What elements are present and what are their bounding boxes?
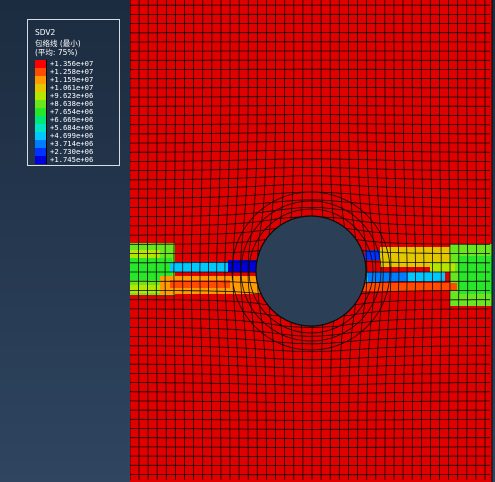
- legend-swatch: [35, 68, 47, 76]
- mesh-line: [494, 0, 495, 480]
- legend-swatch: [35, 140, 47, 148]
- legend: SDV2 包络线 (最小) (平均: 75%) +1.356e+07 +1.258…: [27, 19, 120, 166]
- legend-swatch: [35, 76, 47, 84]
- contour-band: [430, 262, 455, 272]
- legend-swatch: [35, 60, 47, 68]
- legend-swatch: [35, 116, 47, 124]
- legend-section: 包络线 (最小): [35, 39, 81, 48]
- contour-band: [130, 250, 160, 258]
- contour-band: [368, 272, 408, 282]
- legend-variable: SDV2: [35, 28, 56, 37]
- contour-band: [458, 256, 492, 294]
- legend-entry: +1.745e+06: [35, 156, 119, 164]
- legend-swatch: [35, 124, 47, 132]
- legend-swatch: [35, 100, 47, 108]
- legend-average: (平均: 75%): [35, 48, 78, 57]
- legend-swatch: [35, 148, 47, 156]
- mesh-line: [130, 0, 131, 480]
- legend-value: +1.745e+06: [50, 155, 94, 164]
- legend-swatch: [35, 108, 47, 116]
- contour-band: [362, 283, 457, 291]
- hole: [255, 215, 367, 327]
- legend-swatch: [35, 132, 47, 140]
- legend-swatch: [35, 156, 47, 164]
- legend-swatch: [35, 84, 47, 92]
- legend-swatch: [35, 92, 47, 100]
- contour-band: [130, 285, 160, 293]
